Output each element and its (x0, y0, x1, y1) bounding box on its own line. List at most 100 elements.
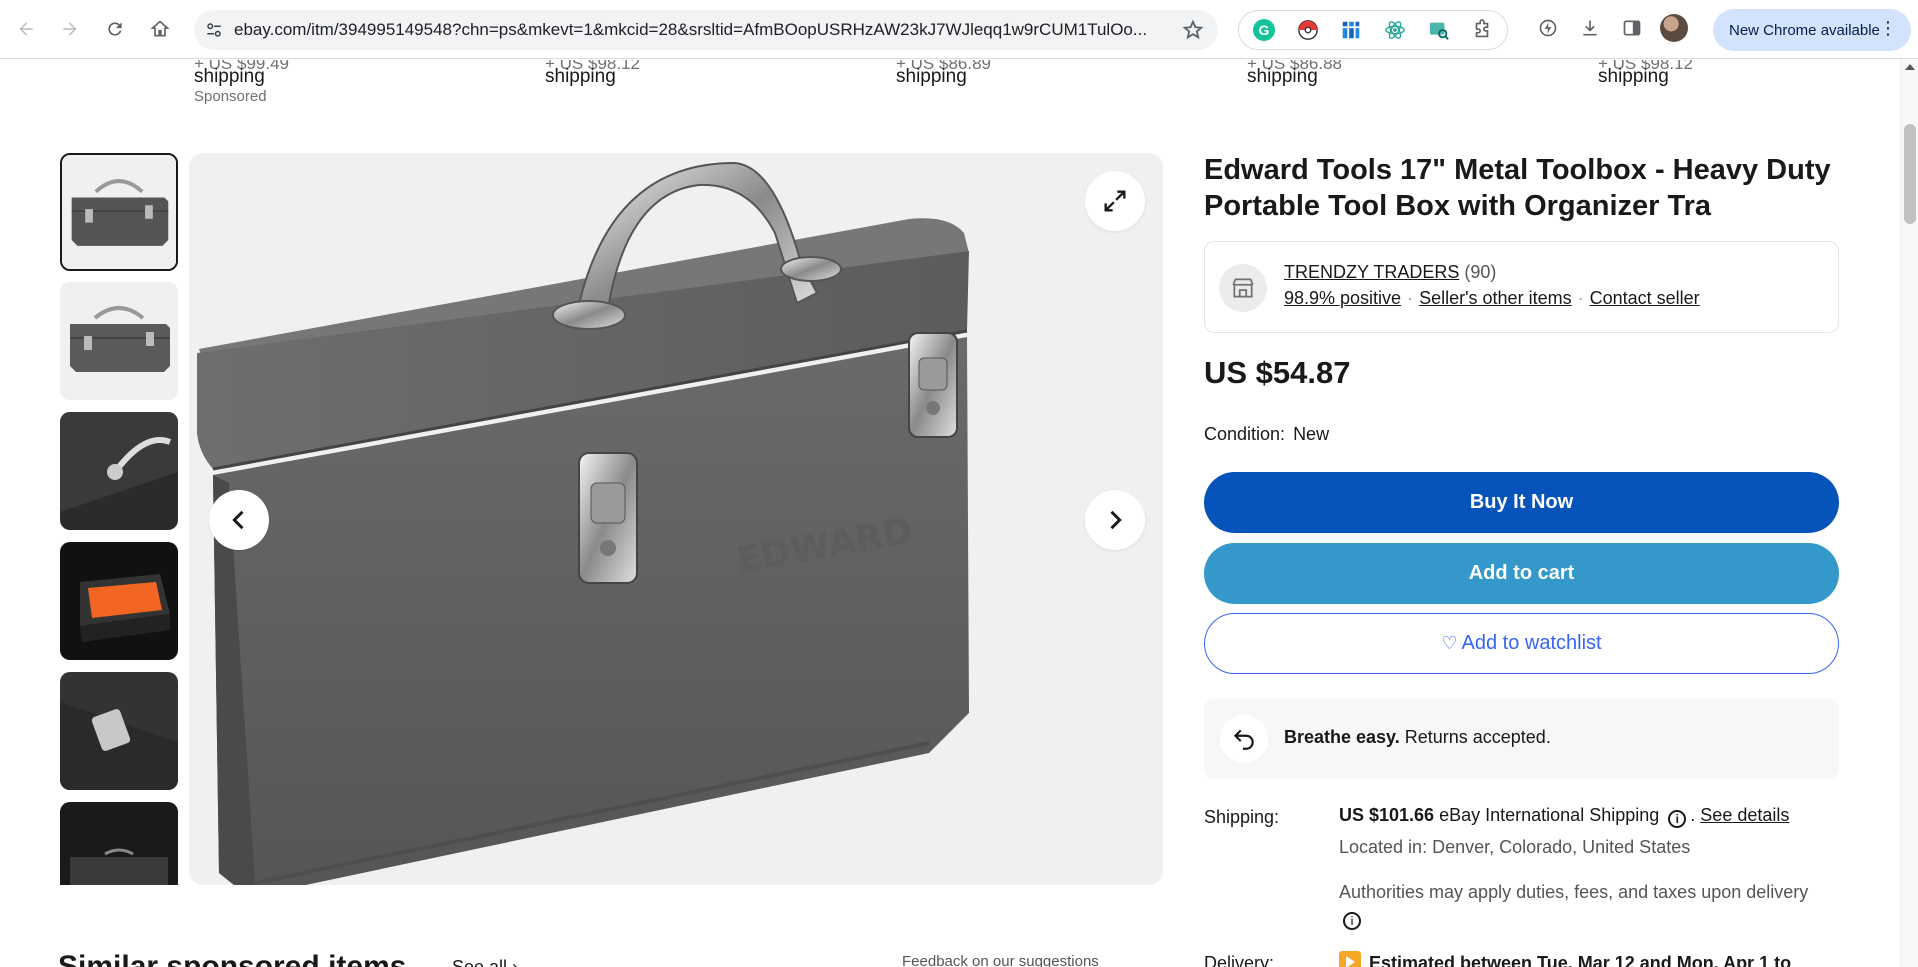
reload-button[interactable] (97, 11, 133, 47)
thumbnail-4[interactable] (60, 542, 178, 660)
chevron-right-icon: › (512, 957, 519, 967)
carousel-shipping: shipping (896, 66, 967, 87)
url-text: ebay.com/itm/394995149548?chn=ps&mkevt=1… (234, 20, 1148, 39)
download-icon[interactable] (1572, 10, 1608, 46)
expand-icon (1104, 190, 1126, 212)
update-label: New Chrome available (1729, 21, 1880, 39)
scrollbar-thumb[interactable] (1904, 124, 1916, 224)
sponsored-label: Sponsored (194, 88, 267, 105)
add-to-cart-button[interactable]: Add to cart (1204, 543, 1839, 604)
more-menu-icon[interactable]: ⋮ (1879, 19, 1897, 37)
delivery-flag-icon (1339, 951, 1361, 967)
latch-left (578, 452, 638, 584)
seller-other-items-link[interactable]: Seller's other items (1419, 288, 1572, 308)
main-product-image[interactable]: EDWARD (189, 153, 1163, 885)
thumbnail-6[interactable] (60, 802, 178, 885)
delivery-label: Delivery: (1204, 953, 1275, 967)
carousel-card[interactable]: + US $98.12 shipping (545, 60, 825, 110)
condition: Condition: New (1204, 424, 1329, 445)
svg-text:G: G (1258, 22, 1269, 38)
carousel-card[interactable]: + US $86.89 shipping (896, 60, 1176, 110)
side-panel-icon[interactable] (1614, 10, 1650, 46)
puzzle-extensions-icon[interactable] (1463, 15, 1501, 45)
react-atom-icon[interactable] (1376, 15, 1414, 45)
info-icon[interactable]: i (1668, 810, 1687, 828)
page-scrollbar[interactable] (1900, 60, 1918, 967)
add-to-watchlist-button[interactable]: ♡ Add to watchlist (1204, 613, 1839, 674)
buy-it-now-button[interactable]: Buy It Now (1204, 472, 1839, 533)
feedback-link[interactable]: Feedback on our suggestions (902, 953, 1099, 967)
carousel-shipping: shipping (545, 66, 616, 87)
grammarly-icon[interactable]: G (1245, 15, 1283, 45)
chevron-right-icon (1110, 510, 1122, 530)
shipping-label: Shipping: (1204, 807, 1280, 827)
latch-right (908, 332, 958, 438)
home-icon (150, 20, 170, 37)
toolbar-right (1530, 10, 1692, 46)
chevron-left-icon (232, 510, 244, 530)
seller-feedback-count: (90) (1464, 262, 1497, 282)
shipping-method: eBay International Shipping (1439, 805, 1660, 825)
scroll-up-icon[interactable] (1905, 64, 1915, 70)
similar-items-heading: Similar sponsored items (58, 950, 407, 967)
seller-card: TRENDZY TRADERS (90) 98.9% positive · Sell… (1204, 241, 1839, 333)
arrow-left-icon (19, 22, 33, 36)
carousel-shipping: shipping (1247, 66, 1318, 87)
extensions-group: G (1238, 10, 1508, 50)
carousel-shipping: shipping (1598, 66, 1669, 87)
pokeball-icon[interactable] (1289, 15, 1327, 45)
fullscreen-button[interactable] (1085, 171, 1145, 231)
duties-text: Authorities may apply duties, fees, and … (1339, 882, 1809, 902)
heart-icon: ♡ (1441, 633, 1458, 653)
toolbox-image: EDWARD (197, 161, 969, 885)
returns-text: Breathe easy. Returns accepted. (1284, 727, 1551, 748)
profile-avatar[interactable] (1656, 10, 1692, 46)
seller-name-link[interactable]: TRENDZY TRADERS (1284, 262, 1459, 282)
browser-toolbar: ebay.com/itm/394995149548?chn=ps&mkevt=1… (0, 0, 1918, 59)
return-arrow-icon (1220, 715, 1268, 763)
site-info-icon[interactable] (194, 10, 234, 50)
shipping-value: US $101.66 eBay International Shipping i… (1339, 805, 1790, 828)
delivery-value: Estimated between Tue, Mar 12 and Mon, A… (1339, 951, 1791, 967)
see-all-label: See all (452, 957, 508, 967)
carousel-card[interactable]: + US $99.49 shipping Sponsored (194, 60, 474, 110)
bookmark-star-icon[interactable] (1182, 19, 1204, 41)
thumbnail-5[interactable] (60, 672, 178, 790)
contact-seller-link[interactable]: Contact seller (1590, 288, 1700, 308)
carousel-shipping: shipping (194, 66, 265, 87)
condition-value: New (1293, 424, 1330, 444)
price: US $54.87 (1204, 355, 1351, 390)
carousel-card[interactable]: + US $98.12 shipping (1598, 60, 1858, 110)
chart-extension-icon[interactable] (1332, 15, 1370, 45)
chrome-update-button[interactable]: New Chrome available ⋮ (1713, 9, 1911, 51)
home-button[interactable] (142, 11, 178, 47)
back-button[interactable] (8, 11, 44, 47)
next-image-button[interactable] (1085, 490, 1145, 550)
thumbnail-3[interactable] (60, 412, 178, 530)
delivery-estimate: Estimated between Tue, Mar 12 and Mon, A… (1369, 953, 1792, 967)
seller-positive-link[interactable]: 98.9% positive (1284, 288, 1401, 308)
page-content: + US $99.49 shipping Sponsored + US $98.… (0, 60, 1900, 967)
shipping-amount: US $101.66 (1339, 805, 1435, 825)
address-bar[interactable]: ebay.com/itm/394995149548?chn=ps&mkevt=1… (194, 10, 1218, 50)
seller-links: 98.9% positive · Seller's other items · Cont… (1284, 288, 1700, 308)
product-title: Edward Tools 17" Metal Toolbox - Heavy D… (1204, 154, 1831, 222)
see-all-link[interactable]: See all › (452, 957, 518, 967)
reload-icon (108, 22, 122, 36)
thumbnail-2[interactable] (60, 282, 178, 400)
image-search-icon[interactable] (1420, 15, 1458, 45)
seller-name-row: TRENDZY TRADERS (90) (1284, 262, 1496, 283)
returns-banner: Breathe easy. Returns accepted. (1204, 699, 1839, 779)
forward-button[interactable] (52, 11, 88, 47)
see-details-link[interactable]: See details (1700, 805, 1789, 825)
previous-image-button[interactable] (209, 490, 269, 550)
store-icon (1219, 264, 1267, 312)
condition-label: Condition: (1204, 424, 1286, 444)
arrow-right-icon (63, 22, 77, 36)
returns-detail: Returns accepted. (1399, 727, 1551, 747)
thumbnail-1[interactable] (60, 153, 178, 271)
carousel-card[interactable]: + US $86.88 shipping (1247, 60, 1527, 110)
returns-bold: Breathe easy. (1284, 727, 1400, 747)
info-icon[interactable]: i (1343, 912, 1361, 930)
performance-icon[interactable] (1530, 10, 1566, 46)
